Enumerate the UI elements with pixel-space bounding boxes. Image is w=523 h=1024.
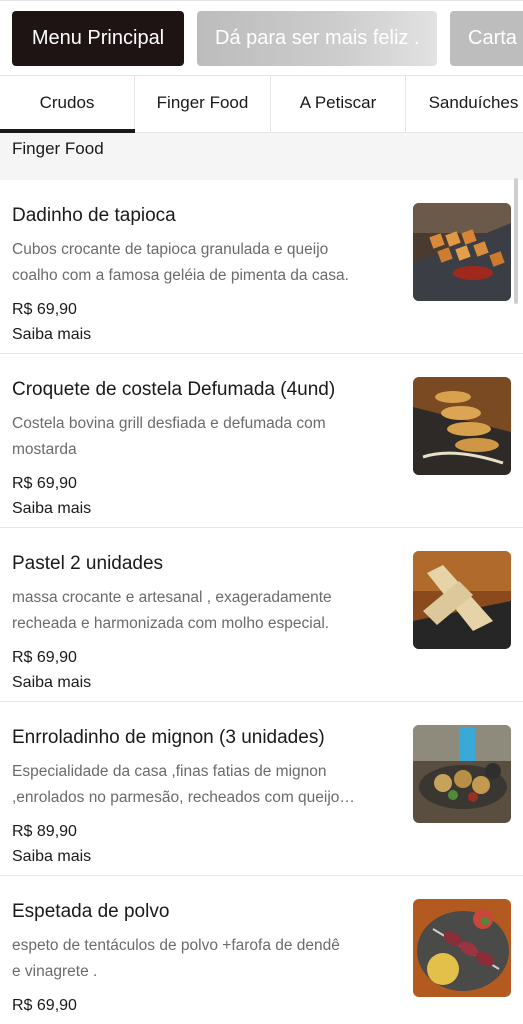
- item-name: Pastel 2 unidades: [12, 553, 164, 574]
- item-price: R$ 69,90: [12, 997, 77, 1014]
- top-divider: [0, 0, 523, 4]
- section-header: Finger Food: [0, 133, 523, 180]
- menu-item[interactable]: Espetada de polvo espeto de tentáculos d…: [0, 876, 523, 1024]
- item-price: R$ 89,90: [12, 823, 77, 840]
- item-description: Cubos crocante de tapioca granulada e qu…: [12, 237, 397, 289]
- item-name: Enrroladinho de mignon (3 unidades): [12, 727, 325, 748]
- saiba-mais-link[interactable]: Saiba mais: [12, 848, 91, 866]
- item-description-line: Cubos crocante de tapioca granulada e qu…: [12, 241, 329, 258]
- item-description-line: massa crocante e artesanal , exageradame…: [12, 589, 332, 606]
- pill-menu-principal[interactable]: Menu Principal: [12, 11, 184, 66]
- item-photo[interactable]: [413, 203, 511, 301]
- item-photo[interactable]: [413, 377, 511, 475]
- item-description-line: espeto de tentáculos de polvo +farofa de…: [12, 937, 340, 954]
- pill-carta[interactable]: Carta de: [450, 11, 523, 66]
- tab-a-petiscar[interactable]: A Petiscar: [271, 76, 406, 132]
- item-description-line: recheada e harmonizada com molho especia…: [12, 615, 330, 632]
- item-price: R$ 69,90: [12, 301, 77, 318]
- item-description: Especialidade da casa ,finas fatias de m…: [12, 759, 397, 811]
- item-description: Costela bovina grill desfiada e defumada…: [12, 411, 397, 463]
- tab-finger-food[interactable]: Finger Food: [135, 76, 271, 132]
- menu-item[interactable]: Dadinho de tapioca Cubos crocante de tap…: [0, 180, 523, 354]
- item-description: espeto de tentáculos de polvo +farofa de…: [12, 933, 397, 985]
- item-photo[interactable]: [413, 899, 511, 997]
- saiba-mais-link[interactable]: Saiba mais: [12, 326, 91, 344]
- item-description-line: e vinagrete .: [12, 963, 98, 980]
- item-description: massa crocante e artesanal , exageradame…: [12, 585, 397, 637]
- top-nav-bar: Menu Principal Dá para ser mais feliz . …: [0, 11, 523, 67]
- tab-crudos[interactable]: Crudos: [0, 76, 135, 132]
- item-name: Espetada de polvo: [12, 901, 170, 922]
- menu-item[interactable]: Croquete de costela Defumada (4und) Cost…: [0, 354, 523, 528]
- menu-item-list[interactable]: Dadinho de tapioca Cubos crocante de tap…: [0, 180, 523, 1024]
- saiba-mais-link[interactable]: Saiba mais: [12, 674, 91, 692]
- item-name: Dadinho de tapioca: [12, 205, 176, 226]
- item-photo[interactable]: [413, 725, 511, 823]
- scrollbar[interactable]: [514, 178, 518, 304]
- item-description-line: Costela bovina grill desfiada e defumada…: [12, 415, 326, 432]
- item-description-line: coalho com a famosa geléia de pimenta da…: [12, 267, 349, 284]
- item-name: Croquete de costela Defumada (4und): [12, 379, 336, 400]
- item-price: R$ 69,90: [12, 475, 77, 492]
- tab-sanduiches[interactable]: Sanduíches: [406, 76, 523, 132]
- item-description-line: mostarda: [12, 441, 77, 458]
- saiba-mais-link[interactable]: Saiba mais: [12, 500, 91, 518]
- item-description-line: Especialidade da casa ,finas fatias de m…: [12, 763, 327, 780]
- item-description-line: ,enrolados no parmesão, recheados com qu…: [12, 789, 355, 806]
- item-photo[interactable]: [413, 551, 511, 649]
- menu-item[interactable]: Pastel 2 unidades massa crocante e artes…: [0, 528, 523, 702]
- menu-item[interactable]: Enrroladinho de mignon (3 unidades) Espe…: [0, 702, 523, 876]
- category-tabs: Crudos Finger Food A Petiscar Sanduíches: [0, 75, 523, 133]
- section-title: Finger Food: [12, 139, 104, 158]
- pill-ser-mais-feliz[interactable]: Dá para ser mais feliz .: [197, 11, 437, 66]
- item-price: R$ 69,90: [12, 649, 77, 666]
